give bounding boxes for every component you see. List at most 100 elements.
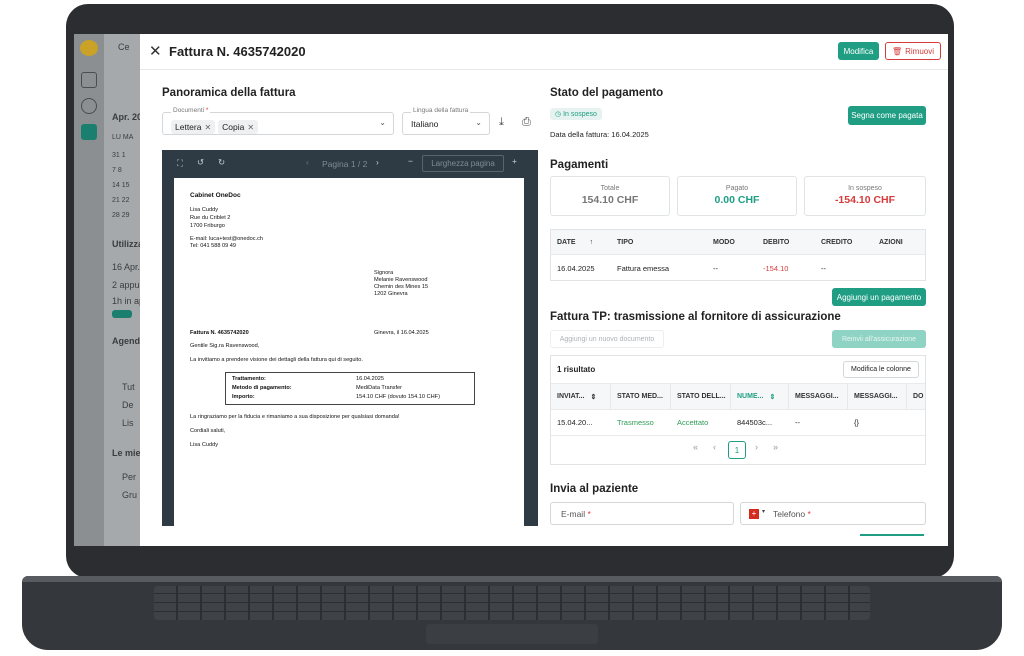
recipient-city: 1202 Ginevra: [374, 291, 408, 297]
bg-gru[interactable]: Gru: [122, 490, 137, 500]
overview-heading: Panoramica della fattura: [162, 87, 296, 99]
last-page-icon[interactable]: »: [773, 442, 778, 452]
first-page-icon[interactable]: «: [693, 442, 698, 452]
pdf-viewer: ⛶ ↺ ↻ ‹ Pagina 1 / 2 › − Larghezza pagin…: [162, 150, 538, 526]
chevron-down-icon: ⌄: [475, 118, 482, 127]
tp-col-doc: DO: [913, 393, 924, 400]
bg-per[interactable]: Per: [122, 472, 136, 482]
mark-paid-button[interactable]: Segna come pagata: [848, 106, 926, 125]
bg-de[interactable]: De: [122, 400, 134, 410]
user-icon[interactable]: [81, 98, 97, 114]
page-button[interactable]: 1: [728, 441, 746, 459]
signature: Lisa Cuddy: [190, 442, 218, 448]
add-payment-button[interactable]: Aggiungi un pagamento: [832, 288, 926, 306]
total-value: 154.10 CHF: [581, 194, 639, 206]
place-date: Ginevra, il 16.04.2025: [374, 330, 429, 336]
sender-phone: Tel: 041 588 09 49: [190, 243, 237, 249]
add-document-button[interactable]: Aggiungi un nuovo documento: [550, 330, 664, 348]
sort-icon[interactable]: ⇕: [590, 393, 596, 401]
swiss-flag-icon[interactable]: +: [749, 509, 759, 519]
sender: Cabinet OneDoc: [190, 192, 241, 199]
remove-chip-icon[interactable]: ✕: [247, 123, 254, 132]
table-header: DATE ↑ TIPO MODO DEBITO CREDITO AZIONI: [551, 230, 925, 255]
email-field[interactable]: E-mail *: [550, 502, 734, 525]
detail-label: Trattamento:: [232, 376, 266, 382]
bg-all[interactable]: Tut: [122, 382, 135, 392]
detail-value: 16.04.2025: [356, 376, 384, 382]
edit-button[interactable]: Modifica: [838, 42, 879, 60]
row-type: Fattura emessa: [617, 263, 670, 273]
phone-field[interactable]: + ▾ Telefono *: [740, 502, 926, 525]
col-mode: MODO: [713, 238, 735, 246]
documents-select[interactable]: Documenti * Lettera ✕ Copia ✕ ⌄: [162, 107, 394, 135]
remove-chip-icon[interactable]: ✕: [204, 123, 211, 132]
tp-table: 1 risultato Modifica le colonne INVIAT..…: [550, 355, 926, 465]
remove-button[interactable]: 🗑 Rimuovi: [885, 42, 941, 60]
bg-progress: [112, 310, 132, 318]
close-icon[interactable]: ✕: [149, 42, 162, 60]
bg-week-5[interactable]: 28 29: [112, 212, 130, 219]
bg-week-2[interactable]: 7 8: [112, 167, 122, 174]
prev-page-icon[interactable]: ‹: [713, 442, 716, 452]
page-indicator: Pagina 1 / 2: [322, 159, 368, 169]
print-icon[interactable]: ⎙: [522, 116, 531, 129]
bg-search[interactable]: Ce: [118, 42, 130, 52]
chip-copia[interactable]: Copia ✕: [218, 120, 259, 134]
chip-lettera[interactable]: Lettera ✕: [171, 120, 216, 134]
zoom-select[interactable]: Larghezza pagina: [422, 155, 504, 172]
sort-icon[interactable]: ⇕: [769, 393, 775, 401]
tp-col-number[interactable]: NUME... ⇕: [731, 384, 789, 409]
download-icon[interactable]: ⤓: [499, 116, 504, 129]
chevron-down-icon: ⌄: [379, 118, 386, 127]
rotate-right-icon[interactable]: ↻: [218, 157, 225, 168]
bg-week-1[interactable]: 31 1: [112, 152, 126, 159]
sort-icon[interactable]: ↑: [590, 239, 594, 246]
clock-icon: ◷: [555, 111, 562, 118]
logo-icon: [80, 40, 98, 56]
bg-lis[interactable]: Lis: [122, 418, 134, 428]
keyboard: [154, 586, 870, 620]
zoom-out-icon[interactable]: −: [408, 156, 413, 166]
bg-week-4[interactable]: 21 22: [112, 197, 130, 204]
invoice-date: Data della fattura: 16.04.2025: [550, 130, 649, 139]
invoice-icon[interactable]: [81, 124, 97, 140]
next-page-icon[interactable]: ›: [376, 157, 379, 167]
language-select[interactable]: Lingua della fattura Italiano ⌄: [402, 107, 490, 135]
chevron-down-icon[interactable]: ▾: [762, 508, 765, 515]
paid-value: 0.00 CHF: [714, 194, 760, 206]
email-placeholder: E-mail: [561, 509, 586, 519]
results-count: 1 risultato: [557, 365, 596, 374]
resend-insurance-button[interactable]: Reinvii all'assicurazione: [832, 330, 926, 348]
sender-street: Rue du Criblet 2: [190, 215, 231, 221]
row-actions[interactable]: [873, 255, 927, 281]
thanks: La ringraziamo per la fiducia e rimaniam…: [190, 414, 400, 420]
total-label: Totale: [600, 185, 620, 192]
tp-msg2: {}: [854, 418, 860, 427]
trackpad: [426, 624, 598, 644]
laptop-base: [22, 576, 1002, 650]
col-actions: AZIONI: [879, 238, 903, 246]
detail-label: Importo:: [232, 394, 255, 400]
table-row: 15.04.20... Trasmesso Accettato 844503c.…: [551, 410, 925, 436]
col-date[interactable]: DATE ↑: [551, 230, 611, 254]
prev-page-icon[interactable]: ‹: [306, 157, 309, 167]
invoice-ref: Fattura N. 4635742020: [190, 330, 249, 336]
tp-number: 844503c...: [737, 418, 773, 427]
pagination: « ‹ 1 › »: [551, 436, 925, 464]
bg-month: Apr. 20: [112, 112, 143, 122]
edit-columns-button[interactable]: Modifica le colonne: [843, 361, 919, 378]
trash-icon: 🗑: [891, 46, 903, 56]
tp-col-status-med: STATO MED...: [611, 384, 671, 409]
rotate-left-icon[interactable]: ↺: [197, 157, 204, 168]
tp-col-sent[interactable]: INVIAT... ⇕: [551, 384, 611, 409]
paid-card: Pagato 0.00 CHF: [677, 176, 797, 216]
send-heading: Invia al paziente: [550, 483, 639, 495]
pending-card: In sospeso -154.10 CHF: [804, 176, 926, 216]
bg-agenda: Agend: [112, 336, 140, 346]
calendar-icon[interactable]: [81, 72, 97, 88]
row-date: 16.04.2025: [557, 263, 595, 273]
fullscreen-icon[interactable]: ⛶: [177, 158, 183, 169]
zoom-in-icon[interactable]: +: [512, 156, 517, 166]
next-page-icon[interactable]: ›: [755, 442, 758, 452]
bg-week-3[interactable]: 14 15: [112, 182, 130, 189]
